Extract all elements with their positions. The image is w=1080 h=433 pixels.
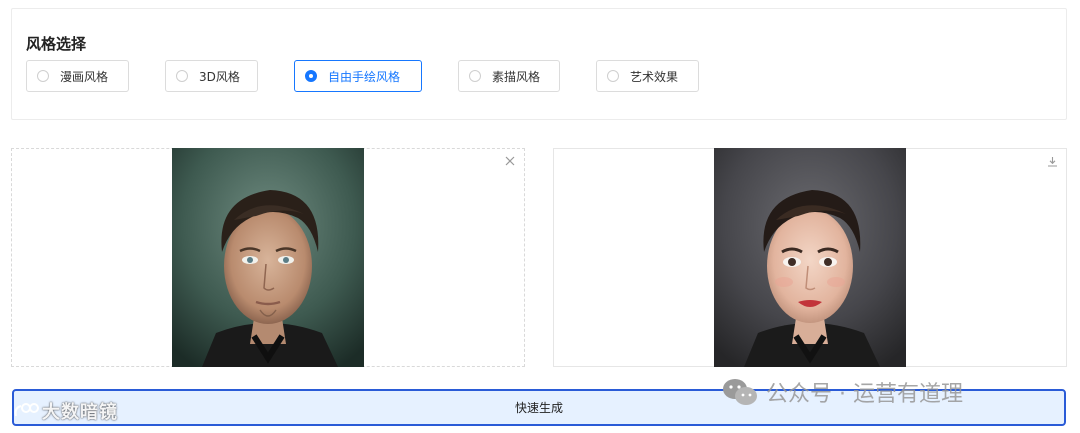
generate-button-label: 快速生成	[514, 401, 563, 415]
watermark-right: 公众号 · 运营有道理	[722, 376, 963, 408]
style-option-label: 漫画风格	[60, 69, 109, 84]
wechat-icon	[723, 379, 757, 405]
radio-icon[interactable]	[607, 70, 619, 82]
source-photo	[172, 148, 364, 367]
style-option-label: 3D风格	[199, 69, 240, 84]
radio-icon[interactable]	[37, 70, 49, 82]
style-option-label: 素描风格	[492, 69, 541, 84]
watermark-right-text: 公众号 · 运营有道理	[766, 382, 963, 407]
style-option-art[interactable]: 艺术效果	[596, 60, 699, 92]
close-icon[interactable]	[504, 155, 516, 167]
style-option-freehand[interactable]: 自由手绘风格	[294, 60, 422, 92]
watermark-left-text: 大数暗镜	[42, 402, 118, 423]
style-panel: 风格选择 漫画风格 3D风格 自由手绘风格 素描风格 艺术效果	[11, 8, 1067, 120]
style-option-label: 自由手绘风格	[328, 69, 401, 84]
download-icon[interactable]	[1046, 155, 1058, 167]
style-option-label: 艺术效果	[630, 69, 679, 84]
radio-icon[interactable]	[176, 70, 188, 82]
result-image-box	[553, 148, 1067, 367]
watermark-left: 大数暗镜	[12, 398, 118, 424]
style-option-3d[interactable]: 3D风格	[165, 60, 258, 92]
panel-title: 风格选择	[26, 35, 87, 53]
result-photo	[714, 148, 906, 367]
radio-selected-icon[interactable]	[305, 70, 317, 82]
radio-icon[interactable]	[469, 70, 481, 82]
source-image-box[interactable]	[11, 148, 525, 367]
style-option-sketch[interactable]: 素描风格	[458, 60, 560, 92]
watermark-logo-icon	[14, 403, 39, 417]
style-option-manga[interactable]: 漫画风格	[26, 60, 129, 92]
